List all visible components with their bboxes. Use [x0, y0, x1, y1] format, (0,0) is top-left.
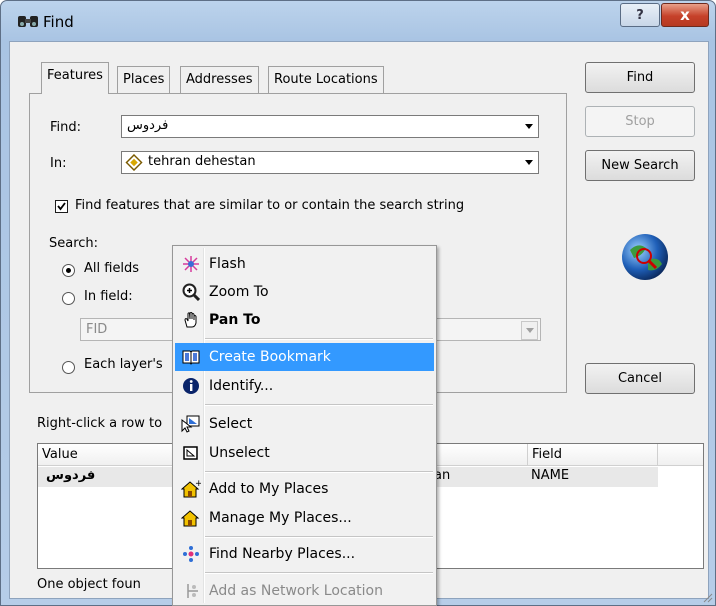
find-value: فردوس	[127, 118, 169, 133]
menu-item-label: Flash	[209, 256, 246, 272]
info-icon	[179, 376, 203, 396]
add-place-icon: +	[179, 479, 203, 499]
status-text: One object foun	[37, 577, 141, 592]
menu-item-label: Pan To	[209, 312, 261, 328]
menu-item-add-to-my-places[interactable]: + Add to My Places	[175, 475, 434, 503]
tab-features[interactable]: Features	[41, 62, 109, 94]
manage-places-icon	[179, 508, 203, 528]
find-button[interactable]: Find	[585, 62, 695, 93]
menu-item-identify[interactable]: Identify...	[175, 372, 434, 400]
menu-item-manage-my-places[interactable]: Manage My Places...	[175, 504, 434, 532]
menu-item-label: Identify...	[209, 378, 274, 394]
menu-item-flash[interactable]: Flash	[175, 250, 434, 278]
menu-item-label: Manage My Places...	[209, 510, 352, 526]
help-button[interactable]: ?	[620, 3, 660, 27]
menu-separator	[205, 404, 433, 406]
menu-item-label: Add as Network Location	[209, 583, 383, 599]
chevron-down-icon[interactable]	[521, 118, 536, 135]
menu-separator	[205, 338, 433, 340]
similar-checkbox[interactable]	[55, 200, 68, 213]
bookmark-icon	[179, 347, 203, 367]
tab-places[interactable]: Places	[117, 66, 171, 93]
nearby-places-icon	[179, 544, 203, 564]
menu-item-add-as-network-location[interactable]: Add as Network Location	[175, 577, 434, 605]
radio-all-fields[interactable]	[62, 264, 75, 277]
menu-item-unselect[interactable]: Unselect	[175, 439, 434, 467]
binoculars-icon	[18, 16, 38, 27]
radio-in-field[interactable]	[62, 292, 75, 305]
menu-item-label: Find Nearby Places...	[209, 546, 356, 562]
field-value: FID	[86, 322, 108, 337]
menu-item-label: Add to My Places	[209, 481, 329, 497]
flash-icon	[179, 254, 203, 274]
menu-item-pan-to[interactable]: Pan To	[175, 306, 434, 334]
menu-separator	[205, 572, 433, 574]
radio-each-layer[interactable]	[62, 361, 75, 374]
find-label: Find:	[50, 120, 82, 135]
search-label: Search:	[49, 236, 99, 251]
menu-item-find-nearby-places[interactable]: Find Nearby Places...	[175, 540, 434, 568]
in-layer-value: tehran dehestan	[148, 154, 256, 169]
close-icon: x	[680, 6, 690, 24]
resize-grip-icon[interactable]	[701, 591, 713, 603]
radio-all-fields-label: All fields	[84, 261, 140, 276]
chevron-down-icon[interactable]	[521, 154, 536, 171]
zoom-icon	[179, 282, 203, 302]
svg-text:+: +	[195, 480, 201, 489]
row-field: NAME	[531, 468, 570, 483]
radio-each-layer-label: Each layer's	[84, 357, 163, 372]
title-bar[interactable]: Find ? x	[1, 1, 715, 41]
window-title: Find	[43, 13, 74, 31]
new-search-button[interactable]: New Search	[585, 150, 695, 181]
menu-item-label: Select	[209, 416, 253, 432]
menu-item-create-bookmark[interactable]: Create Bookmark	[175, 343, 434, 371]
menu-separator	[205, 471, 433, 473]
menu-item-label: Zoom To	[209, 284, 269, 300]
in-label: In:	[50, 156, 67, 171]
radio-in-field-label: In field:	[84, 289, 133, 304]
cancel-button[interactable]: Cancel	[585, 363, 695, 394]
tab-route-locations[interactable]: Route Locations	[268, 66, 384, 93]
unselect-icon	[179, 443, 203, 463]
layer-diamond-icon	[125, 154, 143, 171]
row-value: فردوس	[46, 468, 96, 483]
menu-separator	[205, 536, 433, 538]
context-menu: Flash Zoom To Pan To Create Bookmark Ide…	[172, 245, 437, 606]
checkmark-icon	[57, 202, 66, 211]
results-hint: Right-click a row to	[37, 416, 163, 431]
stop-button[interactable]: Stop	[585, 106, 695, 137]
help-icon: ?	[636, 7, 644, 23]
column-header-field[interactable]: Field	[528, 444, 658, 466]
chevron-down-icon[interactable]	[521, 321, 538, 340]
select-icon	[179, 414, 203, 434]
find-combobox[interactable]: فردوس	[121, 115, 539, 138]
menu-item-zoom-to[interactable]: Zoom To	[175, 278, 434, 306]
similar-checkbox-label: Find features that are similar to or con…	[75, 198, 465, 213]
menu-item-select[interactable]: Select	[175, 410, 434, 438]
tab-addresses[interactable]: Addresses	[180, 66, 259, 93]
menu-item-label: Unselect	[209, 445, 270, 461]
pan-hand-icon	[179, 310, 203, 330]
column-header-empty[interactable]	[658, 444, 703, 466]
globe-search-icon	[622, 234, 668, 280]
close-button[interactable]: x	[661, 3, 709, 27]
menu-item-label: Create Bookmark	[209, 349, 331, 365]
network-location-icon	[179, 581, 203, 601]
in-layer-combobox[interactable]: tehran dehestan	[121, 151, 539, 174]
